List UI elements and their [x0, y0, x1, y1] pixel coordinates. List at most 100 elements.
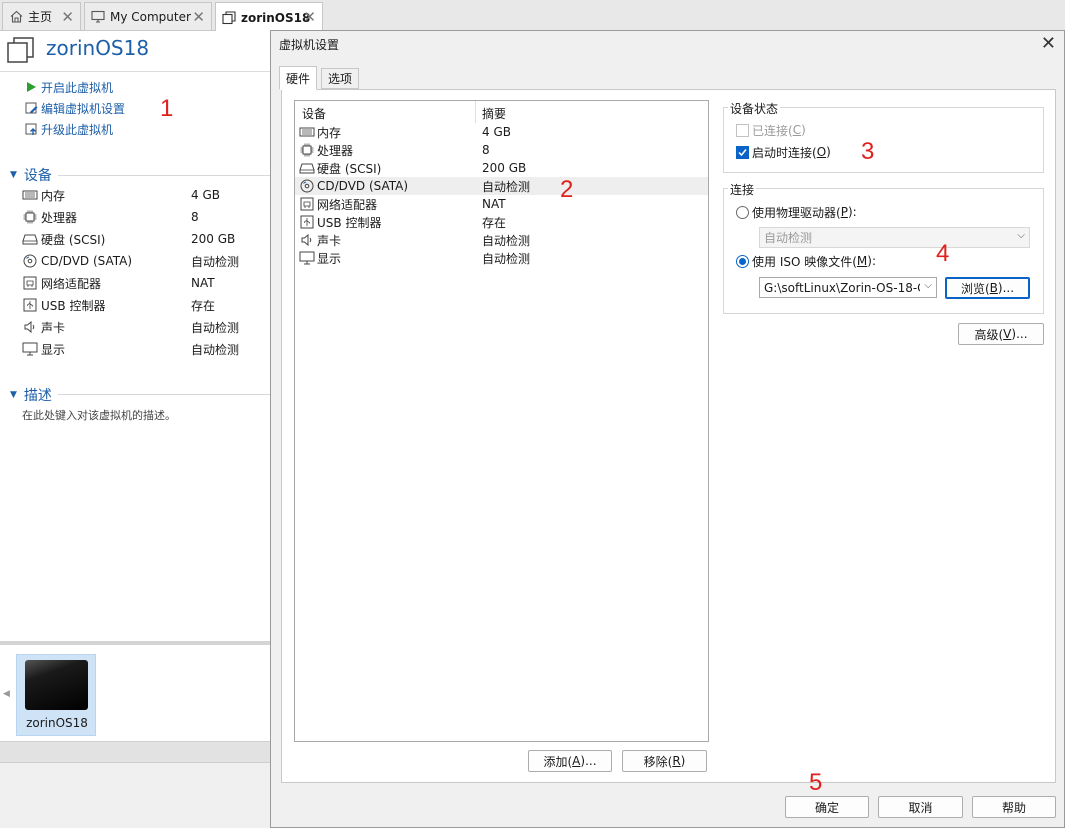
connected-key: C — [792, 123, 802, 137]
hardware-row[interactable]: 声卡 自动检测 — [295, 231, 708, 249]
upgrade-vm-link[interactable]: 升级此虚拟机 — [24, 121, 113, 137]
cd-icon — [299, 179, 315, 193]
column-header-device[interactable]: 设备 — [302, 105, 326, 122]
physical-text: 使用物理驱动器( — [752, 205, 841, 220]
hardware-row[interactable]: 内存 4 GB — [295, 123, 708, 141]
chevron-down-icon: ⌵ — [1017, 230, 1025, 241]
device-row[interactable]: USB 控制器 存在 — [22, 296, 262, 314]
close-icon[interactable]: ✕ — [61, 8, 74, 26]
advanced-button[interactable]: 高级(V)... — [958, 323, 1044, 345]
network-icon — [299, 197, 315, 211]
memory-icon — [22, 188, 38, 202]
devices-section-header[interactable]: ▼ 设备 — [10, 165, 52, 185]
edit-vm-settings-label: 编辑虚拟机设置 — [41, 101, 126, 116]
vm-thumbnail-label: zorinOS18 — [26, 716, 88, 730]
collapse-triangle-icon: ▼ — [10, 170, 17, 180]
device-row[interactable]: 处理器 8 — [22, 208, 262, 226]
device-row[interactable]: 声卡 自动检测 — [22, 318, 262, 336]
display-icon — [22, 342, 38, 356]
device-row[interactable]: CD/DVD (SATA) 自动检测 — [22, 252, 262, 270]
vm-summary-pane: zorinOS18 开启此虚拟机 编辑虚拟机设置 升级此虚拟机 ▼ 设备 内存 4… — [0, 31, 271, 641]
device-status-label: 设备状态 — [728, 100, 781, 117]
hardware-summary: 自动检测 — [482, 251, 531, 266]
edit-settings-icon — [24, 101, 38, 115]
hardware-name: 处理器 — [317, 143, 354, 158]
hardware-row[interactable]: USB 控制器 存在 — [295, 213, 708, 231]
connect-at-power-on-text: 启动时连接( — [752, 145, 817, 160]
close-icon[interactable]: ✕ — [303, 8, 316, 26]
hardware-name: USB 控制器 — [317, 215, 382, 230]
device-row[interactable]: 显示 自动检测 — [22, 340, 262, 358]
vm-screen-preview — [25, 660, 88, 710]
scroll-left-icon[interactable]: ◀ — [3, 689, 10, 699]
description-section-header[interactable]: ▼ 描述 — [10, 385, 52, 405]
device-value: 200 GB — [191, 232, 236, 246]
tab-options[interactable]: 选项 — [321, 68, 360, 89]
vm-thumbnail[interactable]: zorinOS18 — [16, 654, 96, 736]
hardware-panel: 设备 摘要 内存 4 GB 处理器 8 硬盘 (SCSI) 200 GB CD/DVD (S… — [281, 89, 1056, 783]
hardware-row[interactable]: 硬盘 (SCSI) 200 GB — [295, 159, 708, 177]
tab-zorinos18[interactable]: zorinOS18 ✕ — [215, 2, 323, 32]
device-name: 网络适配器 — [41, 276, 102, 291]
device-value: NAT — [191, 276, 215, 290]
add-button[interactable]: 添加(A)... — [528, 750, 612, 772]
speaker-icon — [299, 233, 315, 247]
connected-text: 已连接( — [752, 123, 793, 138]
hardware-row[interactable]: 显示 自动检测 — [295, 249, 708, 267]
column-header-summary[interactable]: 摘要 — [482, 105, 506, 122]
physical-drive-select[interactable]: 自动检测 ⌵ — [759, 227, 1030, 248]
usb-icon — [299, 215, 315, 229]
iso-key: M — [856, 254, 868, 268]
device-name: CD/DVD (SATA) — [41, 254, 133, 268]
hardware-summary: 自动检测 — [482, 233, 531, 248]
connected-checkbox[interactable]: 已连接(C) — [736, 122, 806, 138]
use-iso-file-radio[interactable]: 使用 ISO 映像文件(M): — [736, 253, 876, 269]
ok-button[interactable]: 确定 — [785, 796, 869, 818]
vm-name-title: zorinOS18 — [46, 36, 150, 60]
cd-icon — [22, 254, 38, 268]
radio-unselected — [736, 205, 749, 219]
device-name: 硬盘 (SCSI) — [41, 232, 106, 247]
close-icon[interactable]: ✕ — [192, 8, 205, 26]
hardware-row[interactable]: CD/DVD (SATA) 自动检测 — [295, 177, 708, 195]
divider — [0, 71, 271, 72]
cancel-button[interactable]: 取消 — [878, 796, 963, 818]
physical-key: P — [840, 205, 848, 219]
hardware-summary: 自动检测 — [482, 179, 531, 194]
iso-path-combo[interactable]: G:\softLinux\Zorin-OS-18-Co ⌵ — [759, 277, 937, 298]
annotation-number: 2 — [560, 176, 574, 203]
column-divider[interactable] — [475, 101, 476, 123]
physical-drive-value: 自动检测 — [764, 231, 813, 245]
power-on-vm-link[interactable]: 开启此虚拟机 — [24, 79, 113, 95]
tab-my-computer[interactable]: My Computer ✕ — [84, 2, 212, 30]
device-value: 自动检测 — [191, 320, 240, 335]
description-placeholder[interactable]: 在此处键入对该虚拟机的描述。 — [22, 407, 176, 423]
dialog-title: 虚拟机设置 — [279, 38, 340, 52]
device-row[interactable]: 硬盘 (SCSI) 200 GB — [22, 230, 262, 248]
help-button[interactable]: 帮助 — [972, 796, 1056, 818]
device-name: USB 控制器 — [41, 298, 106, 313]
tab-home[interactable]: 主页 ✕ — [2, 2, 81, 30]
remove-button-suffix: ) — [680, 754, 686, 768]
power-on-vm-label: 开启此虚拟机 — [41, 80, 114, 95]
browse-button[interactable]: 浏览(B)... — [945, 277, 1030, 299]
device-value: 8 — [191, 210, 199, 224]
hardware-name: CD/DVD (SATA) — [317, 179, 409, 193]
usb-icon — [22, 298, 38, 312]
device-row[interactable]: 内存 4 GB — [22, 186, 262, 204]
hardware-row[interactable]: 处理器 8 — [295, 141, 708, 159]
disk-icon — [299, 161, 315, 175]
tab-hardware[interactable]: 硬件 — [279, 66, 318, 90]
advanced-suffix: )... — [1011, 327, 1028, 341]
advanced-text: 高级( — [974, 327, 1004, 342]
connect-at-power-on-checkbox[interactable]: 启动时连接(O) — [736, 144, 831, 160]
close-icon[interactable]: ✕ — [1041, 33, 1056, 54]
remove-button[interactable]: 移除(R) — [622, 750, 707, 772]
device-row[interactable]: 网络适配器 NAT — [22, 274, 262, 292]
hardware-row[interactable]: 网络适配器 NAT — [295, 195, 708, 213]
edit-vm-settings-link[interactable]: 编辑虚拟机设置 — [24, 100, 125, 116]
use-physical-drive-radio[interactable]: 使用物理驱动器(P): — [736, 204, 857, 220]
hardware-list[interactable]: 设备 摘要 内存 4 GB 处理器 8 硬盘 (SCSI) 200 GB CD/DVD (S… — [294, 100, 709, 742]
connect-at-power-on-suffix: ) — [826, 145, 831, 159]
annotation-number: 5 — [809, 769, 823, 796]
